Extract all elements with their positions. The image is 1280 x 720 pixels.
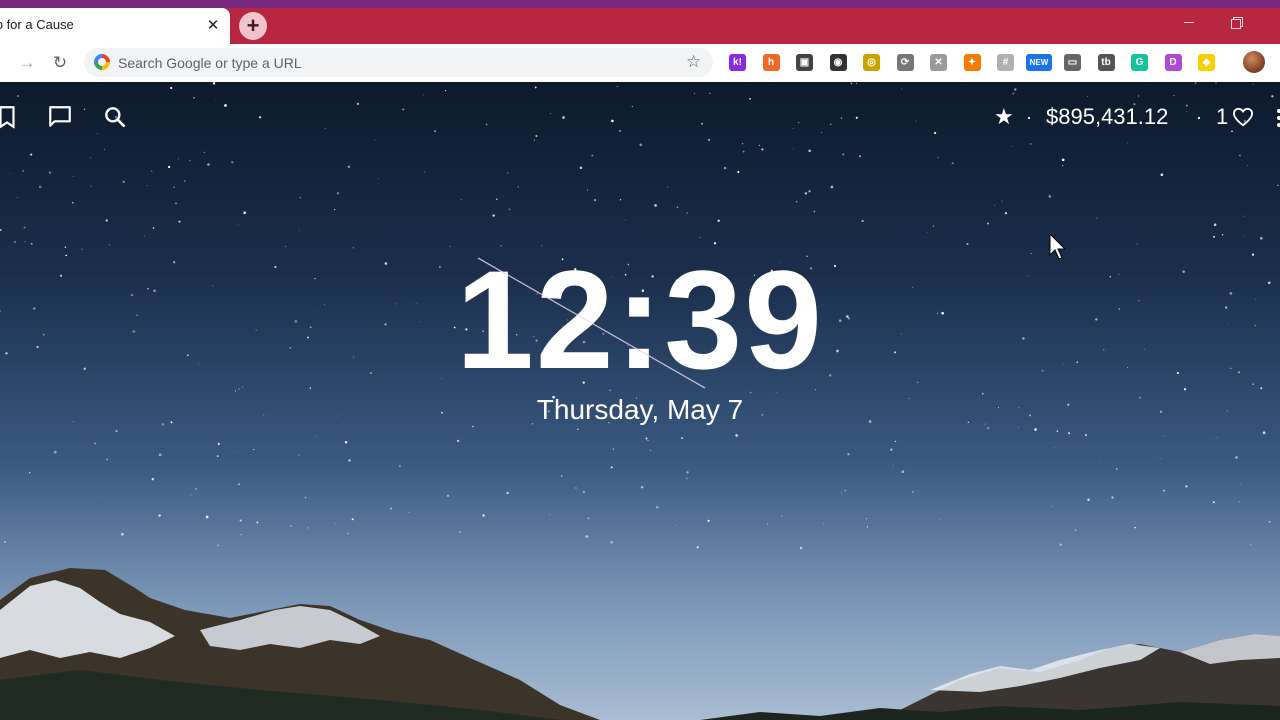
browser-toolbar: → ↻ ☆ k! h ▣ ◉ ◎ ⟳ ✕ ✦ # NEW ▭ tb GD ◆ xyxy=(0,44,1280,83)
chat-icon[interactable] xyxy=(47,104,73,130)
tb-extension-icon[interactable]: tb xyxy=(1097,54,1115,71)
separator-dot: · xyxy=(1196,107,1202,127)
reload-button[interactable]: ↻ xyxy=(49,52,71,74)
circle-extension-icon[interactable]: ◎ xyxy=(863,54,880,71)
minimize-button[interactable] xyxy=(1180,14,1200,30)
tab-strip: Tab for a Cause ✕ + xyxy=(0,0,1280,44)
target-extension-icon[interactable]: ◉ xyxy=(829,54,847,71)
restore-button[interactable] xyxy=(1228,14,1248,30)
hearts-count[interactable]: 1 xyxy=(1216,104,1228,130)
x-extension-icon[interactable]: ✕ xyxy=(930,54,947,71)
avatar[interactable] xyxy=(1243,51,1265,73)
puzzle-extension-icon[interactable]: ⟳ xyxy=(896,54,914,71)
snapchat-extension-icon[interactable]: ◆ xyxy=(1198,54,1215,71)
bookmark-star-icon[interactable]: ☆ xyxy=(686,52,701,72)
more-vert-icon[interactable] xyxy=(1276,108,1280,128)
omnibox[interactable]: ☆ xyxy=(84,48,713,77)
forward-button[interactable]: → xyxy=(16,52,38,74)
gray-extension-icon[interactable]: # xyxy=(997,54,1014,71)
flame-extension-icon[interactable]: ✦ xyxy=(963,54,981,71)
clock-date: Thursday, May 7 xyxy=(536,394,744,425)
new-extension-icon[interactable]: NEW xyxy=(1026,54,1052,71)
address-input[interactable] xyxy=(118,48,678,77)
bookmarks-icon[interactable] xyxy=(0,104,20,130)
mouse-cursor-icon xyxy=(1049,233,1067,260)
tab-tab-for-a-cause[interactable]: Tab for a Cause ✕ xyxy=(0,8,230,44)
d-extension-icon[interactable]: D xyxy=(1164,54,1182,71)
search-icon[interactable] xyxy=(102,104,128,130)
new-tab-page: ★ · $895,431.12 · 1 12:39 Thursday, May … xyxy=(0,82,1280,720)
tab-title: Tab for a Cause xyxy=(0,17,74,32)
heart-icon[interactable] xyxy=(1232,107,1254,127)
google-icon xyxy=(94,54,110,70)
mountains-image xyxy=(0,568,1280,720)
separator-dot: · xyxy=(1026,107,1032,127)
shooting-star xyxy=(477,257,706,389)
honey-extension-icon[interactable]: h xyxy=(762,54,780,71)
window-extension-icon[interactable]: ▭ xyxy=(1064,54,1081,71)
new-tab-button[interactable]: + xyxy=(239,12,267,40)
star-icon[interactable]: ★ xyxy=(994,104,1014,130)
grammarly-extension-icon[interactable]: G xyxy=(1131,54,1148,71)
close-icon[interactable]: ✕ xyxy=(204,17,222,35)
k-extension-icon[interactable]: k! xyxy=(729,54,746,71)
camera-extension-icon[interactable]: ▣ xyxy=(796,54,813,71)
money-raised[interactable]: $895,431.12 xyxy=(1046,104,1168,130)
